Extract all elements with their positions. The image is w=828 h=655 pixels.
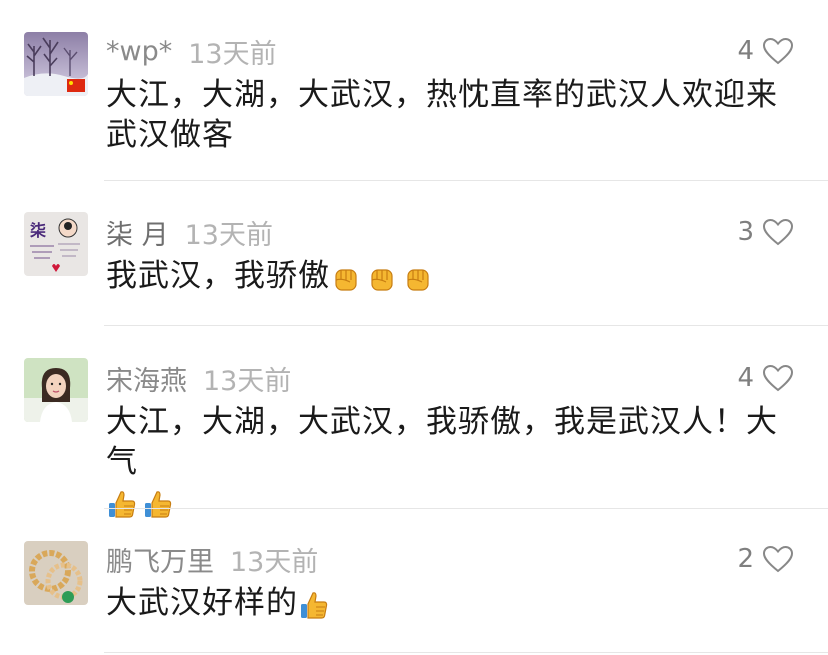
divider	[104, 325, 828, 326]
comment-text: 大武汉好样的	[106, 583, 796, 623]
like-control[interactable]: 4	[737, 358, 794, 398]
heart-icon[interactable]	[762, 37, 794, 65]
comment-body: 大江，大湖，大武汉，我骄傲，我是武汉人！大气	[106, 404, 778, 480]
like-count: 2	[737, 544, 754, 574]
emoji-group	[298, 589, 330, 621]
timestamp: 13天前	[230, 546, 319, 578]
heart-icon[interactable]	[762, 364, 794, 392]
emoji-group	[330, 262, 434, 294]
calligraphy-avatar: 柒	[24, 212, 88, 276]
divider	[104, 652, 828, 653]
thumbs-up-icon	[109, 490, 136, 518]
like-control[interactable]: 4	[737, 31, 794, 71]
like-count: 3	[737, 217, 754, 247]
raised-fist-icon	[335, 268, 357, 291]
like-count: 4	[737, 363, 754, 393]
username[interactable]: 柒 月	[106, 213, 169, 252]
username[interactable]: *wp*	[106, 36, 172, 67]
heart-icon[interactable]	[762, 218, 794, 246]
comment-meta: *wp* 13天前	[106, 31, 277, 71]
like-control[interactable]: 2	[737, 539, 794, 579]
comment-text: 大江，大湖，大武汉，我骄傲，我是武汉人！大气	[106, 402, 796, 522]
timestamp: 13天前	[188, 38, 277, 70]
username[interactable]: 宋海燕	[106, 359, 187, 398]
divider	[104, 180, 828, 181]
raised-fist-icon	[407, 268, 429, 291]
thumbs-up-icon	[301, 591, 328, 619]
avatar[interactable]: 柒	[24, 212, 88, 276]
comment-meta: 柒 月 13天前	[106, 212, 273, 252]
comment-body: 大江，大湖，大武汉，热忱直率的武汉人欢迎来武汉做客	[106, 77, 778, 153]
like-count: 4	[737, 36, 754, 66]
avatar[interactable]	[24, 32, 88, 96]
comment-body: 我武汉，我骄傲	[106, 258, 330, 294]
heart-icon[interactable]	[762, 545, 794, 573]
comment-meta: 宋海燕 13天前	[106, 358, 291, 398]
raised-fist-icon	[371, 268, 393, 291]
comment-text: 大江，大湖，大武汉，热忱直率的武汉人欢迎来武汉做客	[106, 75, 796, 155]
emoji-group	[106, 488, 174, 520]
username[interactable]: 鹏飞万里	[106, 540, 214, 579]
avatar[interactable]	[24, 358, 88, 422]
bracelet-avatar	[24, 541, 88, 605]
timestamp: 13天前	[184, 219, 273, 251]
svg-text:柒: 柒	[29, 221, 47, 240]
avatar[interactable]	[24, 541, 88, 605]
winter-trees-avatar	[24, 32, 88, 96]
like-control[interactable]: 3	[737, 212, 794, 252]
comment-meta: 鹏飞万里 13天前	[106, 539, 318, 579]
woman-portrait-avatar	[24, 358, 88, 422]
timestamp: 13天前	[203, 365, 292, 397]
divider	[104, 508, 828, 509]
comment-body: 大武汉好样的	[106, 585, 298, 621]
comment-text: 我武汉，我骄傲	[106, 256, 796, 296]
thumbs-up-icon	[145, 490, 172, 518]
